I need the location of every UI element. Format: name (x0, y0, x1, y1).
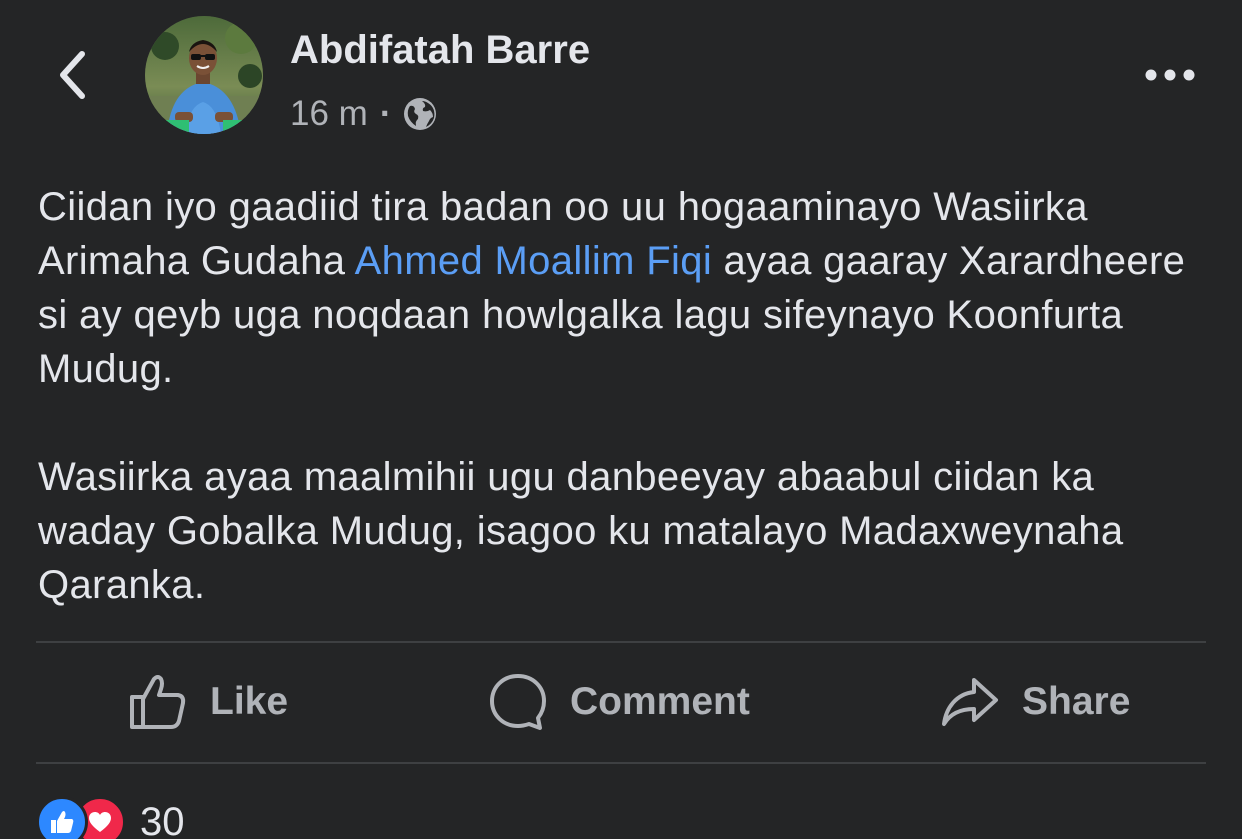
globe-icon[interactable] (402, 96, 438, 132)
share-label: Share (1022, 680, 1131, 723)
post-meta: 16 m · (290, 92, 438, 136)
divider (36, 762, 1206, 764)
post-paragraph: Wasiirka ayaa maalmihii ugu danbeeyay ab… (38, 455, 1124, 607)
author-name[interactable]: Abdifatah Barre (290, 28, 590, 73)
comment-label: Comment (570, 680, 750, 723)
share-arrow-icon (942, 678, 998, 726)
like-label: Like (210, 680, 289, 723)
meta-separator: · (379, 94, 392, 133)
back-button[interactable] (48, 46, 96, 104)
avatar[interactable] (145, 16, 263, 134)
thumbs-up-icon (130, 675, 186, 729)
comment-bubble-icon (490, 674, 546, 730)
more-options-button[interactable] (1140, 58, 1200, 92)
like-button[interactable]: Like (128, 664, 288, 740)
like-reaction-icon (36, 796, 88, 839)
post-paragraph: Ciidan iyo gaadiid tira badan oo uu hoga… (38, 180, 1218, 396)
thumbs-up-icon (51, 811, 74, 833)
reactions-summary[interactable]: 30 (36, 796, 185, 839)
divider (36, 641, 1206, 643)
share-button[interactable]: Share (940, 664, 1130, 740)
comment-button[interactable]: Comment (488, 664, 750, 740)
heart-icon (89, 812, 111, 832)
post-body: Ciidan iyo gaadiid tira badan oo uu hoga… (38, 180, 1218, 612)
post-timestamp[interactable]: 16 m (290, 94, 368, 134)
post-screen: Abdifatah Barre 16 m · Ciidan iyo gaadii… (0, 0, 1242, 839)
avatar-photo (145, 16, 263, 134)
chevron-left-icon (60, 51, 85, 99)
more-horizontal-icon (1145, 69, 1195, 81)
mention-link[interactable]: Ahmed Moallim Fiqi (355, 239, 713, 283)
reaction-count[interactable]: 30 (140, 800, 185, 839)
